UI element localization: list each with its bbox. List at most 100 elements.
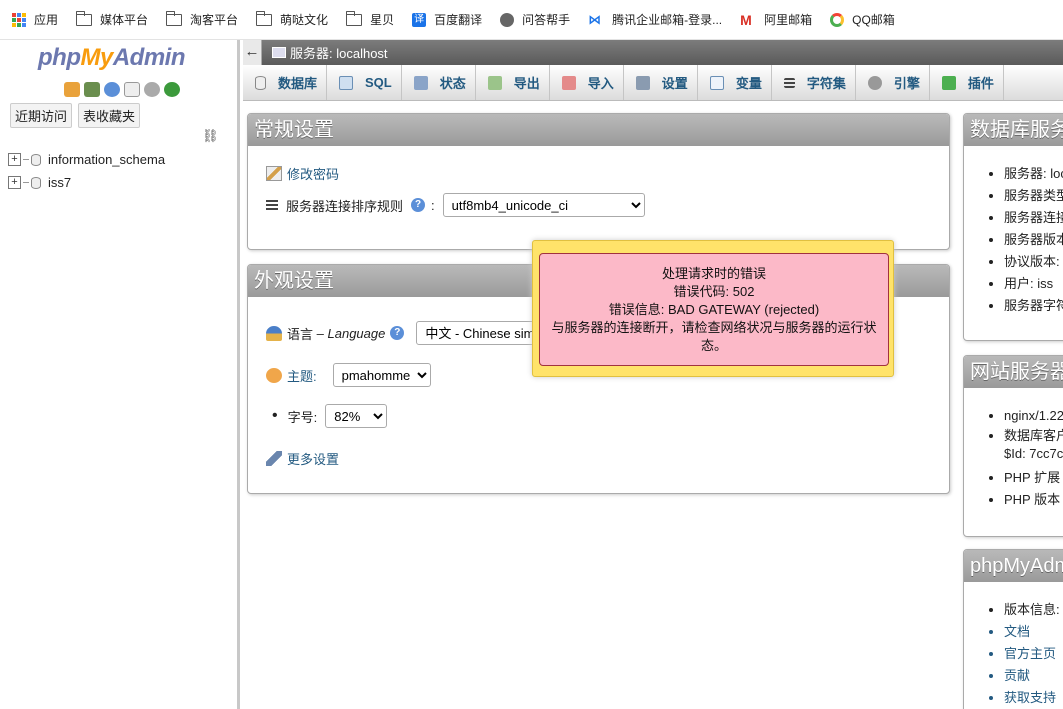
qq-mail-icon [830,12,845,27]
more-settings-link[interactable]: 更多设置 [287,449,339,468]
wrench-icon [635,75,650,90]
change-password-link[interactable]: 修改密码 [287,164,339,183]
tab-engines[interactable]: 引擎 [856,65,930,100]
top-menu: 数据库 SQL 状态 导出 导入 设置 变量 字符集 引擎 插件 [243,65,1063,101]
support-link[interactable]: 获取支持 [1004,687,1060,709]
database-icon [31,153,41,166]
homepage-link[interactable]: 官方主页 [1004,643,1060,665]
server-label[interactable]: 服务器: localhost [290,43,388,62]
bookmark-ali-mail[interactable]: M 阿里邮箱 [740,11,812,28]
tab-label: 插件 [967,76,994,91]
database-name[interactable]: iss7 [48,175,71,190]
docs-icon[interactable] [124,82,140,97]
bookmark-tencent-mail[interactable]: ⋈ 腾讯企业邮箱-登录... [588,11,722,28]
database-server-panel: 数据库服务器 服务器: localhost 服务器类型 服务器连接 服务器版本 … [963,113,1063,341]
logo-admin: Admin [112,44,186,71]
bookmark-mengda-culture[interactable]: 萌哒文化 [255,10,329,28]
bookmark-qq-mail[interactable]: QQ邮箱 [830,11,895,28]
export-icon [487,75,502,90]
contribute-link[interactable]: 贡献 [1004,665,1060,687]
bookmark-media-platform[interactable]: 媒体平台 [75,10,149,28]
tree-item-information-schema[interactable]: + information_schema [8,148,165,171]
status-icon [413,75,428,90]
panel-title: 网站服务器 [964,356,1063,388]
home-icon[interactable] [64,82,80,97]
nav-icon-bar [64,82,180,97]
version-info: 版本信息: [1004,599,1060,621]
list-item: PHP 扩展 [1004,467,1063,489]
tab-import[interactable]: 导入 [550,65,624,100]
web-server-panel: 网站服务器 nginx/1.22 数据库客户 $Id: 7cc7c PHP 扩展… [963,355,1063,537]
bookmark-xingbei[interactable]: 星贝 [345,10,394,28]
reload-icon[interactable] [164,82,180,97]
tab-databases[interactable]: 数据库 [243,65,328,100]
tab-sql[interactable]: SQL [327,65,402,100]
tab-status[interactable]: 状态 [402,65,476,100]
tab-export[interactable]: 导出 [476,65,550,100]
help-icon[interactable]: ? [390,326,405,340]
theme-select[interactable]: pmahomme [332,363,431,387]
language-label-en: Language [327,325,386,341]
tab-variables[interactable]: 变量 [698,65,772,100]
font-size-select[interactable]: 82% [325,404,388,428]
list-item: PHP 版本 [1004,489,1063,511]
bookmark-label: 媒体平台 [100,13,149,27]
bookmark-baidu-translate[interactable]: 译 百度翻译 [412,11,482,28]
translate-icon: 译 [412,12,427,27]
bookmark-label: 阿里邮箱 [764,13,813,27]
theme-row: 主题: pmahomme [266,363,431,387]
bookmark-apps[interactable]: 应用 [12,11,58,28]
panel-title: 数据库服务器 [964,114,1063,146]
sql-icon [339,75,354,90]
globe-icon [500,12,515,27]
back-arrow-button[interactable]: ← [243,40,262,65]
error-notification[interactable]: 处理请求时的错误 错误代码: 502 错误信息: BAD GATEWAY (re… [532,240,894,377]
variables-icon [709,75,724,90]
phpmyadmin-info-panel: phpMyAdmin 版本信息: 文档 官方主页 贡献 获取支持 [963,549,1063,709]
engine-icon [867,75,882,90]
bookmark-label: 应用 [34,13,59,27]
bookmark-taoke-platform[interactable]: 淘客平台 [165,10,238,28]
panel-title: phpMyAdmin [964,550,1063,582]
favorites-tab[interactable]: 表收藏夹 [78,103,141,128]
tab-label: 状态 [439,76,466,91]
m-mail-icon: M [740,11,752,28]
tree-item-iss7[interactable]: + iss7 [8,171,165,194]
database-name[interactable]: information_schema [48,152,165,167]
logo-my: My [80,44,113,71]
theme-link[interactable]: 主题: [287,366,317,385]
phpmyadmin-logo[interactable]: phpMyAdmin [38,44,186,72]
list-item: 用户: iss [1004,273,1063,295]
gear-icon[interactable] [144,82,160,97]
collation-select[interactable]: utf8mb4_unicode_ci [442,193,645,217]
list-item: 服务器类型 [1004,185,1063,207]
collation-row: 服务器连接排序规则 ?: utf8mb4_unicode_ci [266,193,645,217]
expand-icon[interactable]: + [8,153,21,166]
tab-label: 导出 [513,76,540,91]
error-description: 与服务器的连接断开，请检查网络状况与服务器的运行状态。 [551,320,877,353]
tab-charsets[interactable]: 字符集 [772,65,856,100]
folder-icon [75,10,93,26]
language-dash: – [316,325,324,341]
documentation-link[interactable]: 文档 [1004,621,1060,643]
help-icon[interactable]: ? [411,198,426,212]
puzzle-icon [941,75,956,90]
expand-icon[interactable]: + [8,176,21,189]
help-icon[interactable] [104,82,120,97]
folder-icon [165,10,183,26]
nav-tabs: 近期访问 表收藏夹 [10,103,141,128]
bow-tie-icon: ⋈ [588,11,602,27]
bookmark-label: 萌哒文化 [280,13,329,27]
bookmark-label: 百度翻译 [434,13,483,27]
tab-settings[interactable]: 设置 [624,65,698,100]
tab-plugins[interactable]: 插件 [930,65,1004,100]
bookmark-qa-helper[interactable]: 问答帮手 [500,11,570,28]
database-icon [31,176,41,189]
exit-icon[interactable] [84,82,100,97]
recent-tab[interactable]: 近期访问 [10,103,73,128]
error-title: 处理请求时的错误 [661,266,766,281]
list-icon [783,77,795,88]
list-item: 服务器连接 [1004,207,1063,229]
change-password-row: 修改密码 [266,164,339,183]
link-icon[interactable]: ⛓ [202,128,219,144]
